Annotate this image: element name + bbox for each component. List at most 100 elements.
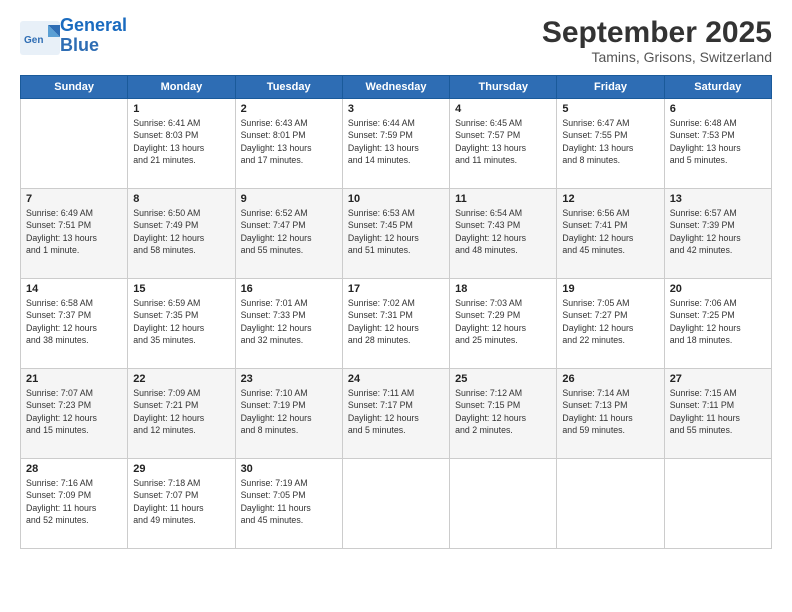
day-number: 24 bbox=[348, 373, 444, 385]
day-info: Sunrise: 7:14 AMSunset: 7:13 PMDaylight:… bbox=[562, 387, 658, 436]
day-info: Sunrise: 6:48 AMSunset: 7:53 PMDaylight:… bbox=[670, 117, 766, 166]
day-cell: 15 Sunrise: 6:59 AMSunset: 7:35 PMDayligh… bbox=[128, 279, 235, 369]
day-cell: 2 Sunrise: 6:43 AMSunset: 8:01 PMDaylight… bbox=[235, 99, 342, 189]
day-info: Sunrise: 6:45 AMSunset: 7:57 PMDaylight:… bbox=[455, 117, 551, 166]
day-cell: 21Sunrise: 7:07 AMSunset: 7:23 PMDayligh… bbox=[21, 369, 128, 459]
day-info: Sunrise: 6:52 AMSunset: 7:47 PMDaylight:… bbox=[241, 207, 337, 256]
logo-line2: Blue bbox=[60, 35, 99, 55]
day-header-saturday: Saturday bbox=[664, 76, 771, 99]
day-number: 18 bbox=[455, 283, 551, 295]
day-number: 4 bbox=[455, 103, 551, 115]
location: Tamins, Grisons, Switzerland bbox=[542, 49, 772, 65]
day-cell: 3Sunrise: 6:44 AMSunset: 7:59 PMDaylight… bbox=[342, 99, 449, 189]
day-number: 15 bbox=[133, 283, 229, 295]
day-header-sunday: Sunday bbox=[21, 76, 128, 99]
day-cell bbox=[557, 459, 664, 549]
day-cell: 30 Sunrise: 7:19 AMSunset: 7:05 PMDayligh… bbox=[235, 459, 342, 549]
logo-icon: Gen bbox=[20, 21, 56, 51]
day-info: Sunrise: 7:19 AMSunset: 7:05 PMDaylight:… bbox=[241, 477, 337, 526]
day-header-monday: Monday bbox=[128, 76, 235, 99]
month-title: September 2025 bbox=[542, 16, 772, 49]
day-cell: 12 Sunrise: 6:56 AMSunset: 7:41 PMDayligh… bbox=[557, 189, 664, 279]
day-cell bbox=[342, 459, 449, 549]
day-number: 21 bbox=[26, 373, 122, 385]
day-info: Sunrise: 7:16 AMSunset: 7:09 PMDaylight:… bbox=[26, 477, 122, 526]
day-cell: 26 Sunrise: 7:14 AMSunset: 7:13 PMDayligh… bbox=[557, 369, 664, 459]
day-number: 8 bbox=[133, 193, 229, 205]
day-info: Sunrise: 6:58 AMSunset: 7:37 PMDaylight:… bbox=[26, 297, 122, 346]
day-cell: 23 Sunrise: 7:10 AMSunset: 7:19 PMDayligh… bbox=[235, 369, 342, 459]
day-header-wednesday: Wednesday bbox=[342, 76, 449, 99]
week-row-2: 14Sunrise: 6:58 AMSunset: 7:37 PMDayligh… bbox=[21, 279, 772, 369]
day-number: 1 bbox=[133, 103, 229, 115]
day-info: Sunrise: 7:15 AMSunset: 7:11 PMDaylight:… bbox=[670, 387, 766, 436]
title-block: September 2025 Tamins, Grisons, Switzerl… bbox=[542, 16, 772, 65]
day-info: Sunrise: 6:47 AMSunset: 7:55 PMDaylight:… bbox=[562, 117, 658, 166]
logo-line1: General bbox=[60, 15, 127, 35]
header-row: SundayMondayTuesdayWednesdayThursdayFrid… bbox=[21, 76, 772, 99]
day-cell: 9 Sunrise: 6:52 AMSunset: 7:47 PMDaylight… bbox=[235, 189, 342, 279]
day-info: Sunrise: 7:01 AMSunset: 7:33 PMDaylight:… bbox=[241, 297, 337, 346]
day-number: 9 bbox=[241, 193, 337, 205]
day-cell: 1 Sunrise: 6:41 AMSunset: 8:03 PMDaylight… bbox=[128, 99, 235, 189]
day-info: Sunrise: 6:59 AMSunset: 7:35 PMDaylight:… bbox=[133, 297, 229, 346]
day-number: 20 bbox=[670, 283, 766, 295]
day-cell: 5Sunrise: 6:47 AMSunset: 7:55 PMDaylight… bbox=[557, 99, 664, 189]
day-info: Sunrise: 6:49 AMSunset: 7:51 PMDaylight:… bbox=[26, 207, 122, 256]
week-row-1: 7 Sunrise: 6:49 AMSunset: 7:51 PMDaylight… bbox=[21, 189, 772, 279]
day-number: 22 bbox=[133, 373, 229, 385]
day-cell: 19 Sunrise: 7:05 AMSunset: 7:27 PMDayligh… bbox=[557, 279, 664, 369]
day-number: 13 bbox=[670, 193, 766, 205]
day-header-thursday: Thursday bbox=[450, 76, 557, 99]
day-number: 6 bbox=[670, 103, 766, 115]
day-info: Sunrise: 7:12 AMSunset: 7:15 PMDaylight:… bbox=[455, 387, 551, 436]
day-info: Sunrise: 7:02 AMSunset: 7:31 PMDaylight:… bbox=[348, 297, 444, 346]
day-cell: 28 Sunrise: 7:16 AMSunset: 7:09 PMDayligh… bbox=[21, 459, 128, 549]
day-cell: 24 Sunrise: 7:11 AMSunset: 7:17 PMDayligh… bbox=[342, 369, 449, 459]
day-cell: 18 Sunrise: 7:03 AMSunset: 7:29 PMDayligh… bbox=[450, 279, 557, 369]
day-number: 17 bbox=[348, 283, 444, 295]
day-number: 10 bbox=[348, 193, 444, 205]
day-cell: 29Sunrise: 7:18 AMSunset: 7:07 PMDayligh… bbox=[128, 459, 235, 549]
day-info: Sunrise: 7:05 AMSunset: 7:27 PMDaylight:… bbox=[562, 297, 658, 346]
day-number: 3 bbox=[348, 103, 444, 115]
day-info: Sunrise: 6:56 AMSunset: 7:41 PMDaylight:… bbox=[562, 207, 658, 256]
week-row-3: 21Sunrise: 7:07 AMSunset: 7:23 PMDayligh… bbox=[21, 369, 772, 459]
day-info: Sunrise: 6:57 AMSunset: 7:39 PMDaylight:… bbox=[670, 207, 766, 256]
day-number: 25 bbox=[455, 373, 551, 385]
logo-text: General Blue bbox=[60, 16, 127, 56]
svg-text:Gen: Gen bbox=[24, 35, 43, 46]
day-number: 23 bbox=[241, 373, 337, 385]
day-number: 26 bbox=[562, 373, 658, 385]
day-info: Sunrise: 7:10 AMSunset: 7:19 PMDaylight:… bbox=[241, 387, 337, 436]
day-number: 16 bbox=[241, 283, 337, 295]
day-cell: 8Sunrise: 6:50 AMSunset: 7:49 PMDaylight… bbox=[128, 189, 235, 279]
day-cell: 20 Sunrise: 7:06 AMSunset: 7:25 PMDayligh… bbox=[664, 279, 771, 369]
day-number: 2 bbox=[241, 103, 337, 115]
day-info: Sunrise: 6:41 AMSunset: 8:03 PMDaylight:… bbox=[133, 117, 229, 166]
day-info: Sunrise: 6:54 AMSunset: 7:43 PMDaylight:… bbox=[455, 207, 551, 256]
day-number: 11 bbox=[455, 193, 551, 205]
day-cell: 11 Sunrise: 6:54 AMSunset: 7:43 PMDayligh… bbox=[450, 189, 557, 279]
day-cell: 13 Sunrise: 6:57 AMSunset: 7:39 PMDayligh… bbox=[664, 189, 771, 279]
day-number: 28 bbox=[26, 463, 122, 475]
day-number: 30 bbox=[241, 463, 337, 475]
logo: Gen General Blue bbox=[20, 16, 127, 56]
day-number: 12 bbox=[562, 193, 658, 205]
day-number: 7 bbox=[26, 193, 122, 205]
day-cell: 25 Sunrise: 7:12 AMSunset: 7:15 PMDayligh… bbox=[450, 369, 557, 459]
week-row-4: 28 Sunrise: 7:16 AMSunset: 7:09 PMDayligh… bbox=[21, 459, 772, 549]
day-cell bbox=[21, 99, 128, 189]
day-info: Sunrise: 6:43 AMSunset: 8:01 PMDaylight:… bbox=[241, 117, 337, 166]
day-number: 27 bbox=[670, 373, 766, 385]
day-number: 19 bbox=[562, 283, 658, 295]
day-info: Sunrise: 7:03 AMSunset: 7:29 PMDaylight:… bbox=[455, 297, 551, 346]
day-cell: 17 Sunrise: 7:02 AMSunset: 7:31 PMDayligh… bbox=[342, 279, 449, 369]
day-cell bbox=[664, 459, 771, 549]
day-cell: 22Sunrise: 7:09 AMSunset: 7:21 PMDayligh… bbox=[128, 369, 235, 459]
week-row-0: 1 Sunrise: 6:41 AMSunset: 8:03 PMDaylight… bbox=[21, 99, 772, 189]
header: Gen General Blue September 2025 Tamins, … bbox=[20, 16, 772, 65]
day-info: Sunrise: 7:11 AMSunset: 7:17 PMDaylight:… bbox=[348, 387, 444, 436]
day-info: Sunrise: 7:18 AMSunset: 7:07 PMDaylight:… bbox=[133, 477, 229, 526]
day-info: Sunrise: 7:06 AMSunset: 7:25 PMDaylight:… bbox=[670, 297, 766, 346]
